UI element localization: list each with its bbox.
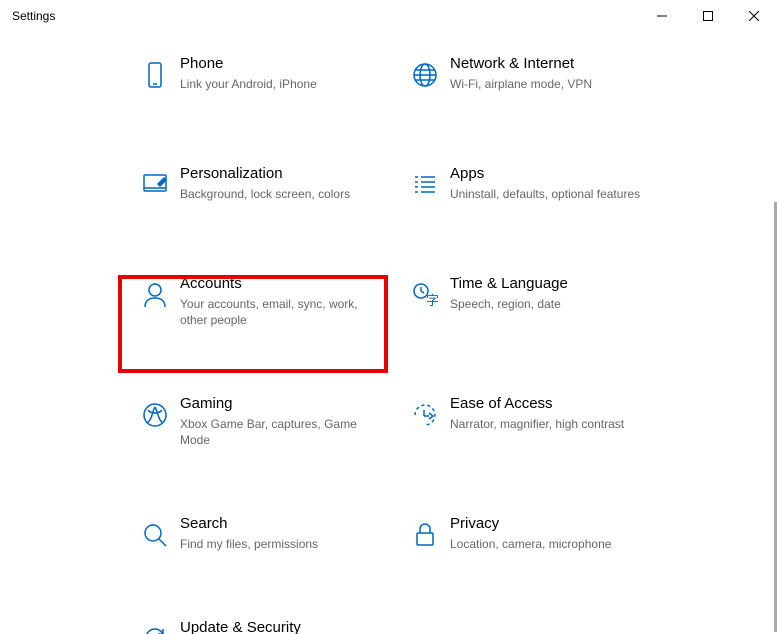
window-controls <box>639 0 777 32</box>
tile-time-language[interactable]: 字 Time & Language Speech, region, date <box>400 262 670 340</box>
window-title: Settings <box>12 9 55 23</box>
tile-title: Network & Internet <box>450 54 650 74</box>
tile-desc: Link your Android, iPhone <box>180 76 380 92</box>
tile-desc: Location, camera, microphone <box>450 536 650 552</box>
content-area: Phone Link your Android, iPhone Network … <box>0 32 777 634</box>
close-icon <box>749 11 759 21</box>
tile-desc: Speech, region, date <box>450 296 650 312</box>
tile-accounts[interactable]: Accounts Your accounts, email, sync, wor… <box>130 262 400 340</box>
svg-text:字: 字 <box>426 293 439 308</box>
maximize-button[interactable] <box>685 0 731 32</box>
tile-title: Personalization <box>180 164 380 184</box>
tile-personalization[interactable]: Personalization Background, lock screen,… <box>130 152 400 214</box>
paintbrush-icon <box>130 164 180 202</box>
tile-privacy[interactable]: Privacy Location, camera, microphone <box>400 502 670 564</box>
close-button[interactable] <box>731 0 777 32</box>
tile-ease-of-access[interactable]: Ease of Access Narrator, magnifier, high… <box>400 382 670 460</box>
apps-icon <box>400 164 450 202</box>
tile-title: Accounts <box>180 274 380 294</box>
tile-title: Update & Security <box>180 618 380 634</box>
tile-gaming[interactable]: Gaming Xbox Game Bar, captures, Game Mod… <box>130 382 400 460</box>
tile-phone[interactable]: Phone Link your Android, iPhone <box>130 42 400 104</box>
tile-desc: Narrator, magnifier, high contrast <box>450 416 650 432</box>
tile-title: Ease of Access <box>450 394 650 414</box>
tile-desc: Your accounts, email, sync, work, other … <box>180 296 380 328</box>
tile-title: Search <box>180 514 380 534</box>
tile-title: Phone <box>180 54 380 74</box>
minimize-button[interactable] <box>639 0 685 32</box>
phone-icon <box>130 54 180 92</box>
minimize-icon <box>657 11 667 21</box>
tile-desc: Xbox Game Bar, captures, Game Mode <box>180 416 380 448</box>
tile-title: Time & Language <box>450 274 650 294</box>
tile-title: Privacy <box>450 514 650 534</box>
tile-desc: Find my files, permissions <box>180 536 380 552</box>
gaming-icon <box>130 394 180 448</box>
time-language-icon: 字 <box>400 274 450 328</box>
settings-grid: Phone Link your Android, iPhone Network … <box>130 42 690 634</box>
titlebar: Settings <box>0 0 777 32</box>
lock-icon <box>400 514 450 552</box>
tile-update-security[interactable]: Update & Security Windows Update, recove… <box>130 606 400 634</box>
tile-apps[interactable]: Apps Uninstall, defaults, optional featu… <box>400 152 670 214</box>
search-icon <box>130 514 180 552</box>
update-icon <box>130 618 180 634</box>
globe-icon <box>400 54 450 92</box>
person-icon <box>130 274 180 328</box>
ease-of-access-icon <box>400 394 450 448</box>
tile-title: Gaming <box>180 394 380 414</box>
tile-title: Apps <box>450 164 650 184</box>
maximize-icon <box>703 11 713 21</box>
tile-network[interactable]: Network & Internet Wi-Fi, airplane mode,… <box>400 42 670 104</box>
tile-search[interactable]: Search Find my files, permissions <box>130 502 400 564</box>
tile-desc: Background, lock screen, colors <box>180 186 380 202</box>
tile-desc: Uninstall, defaults, optional features <box>450 186 650 202</box>
tile-desc: Wi-Fi, airplane mode, VPN <box>450 76 650 92</box>
